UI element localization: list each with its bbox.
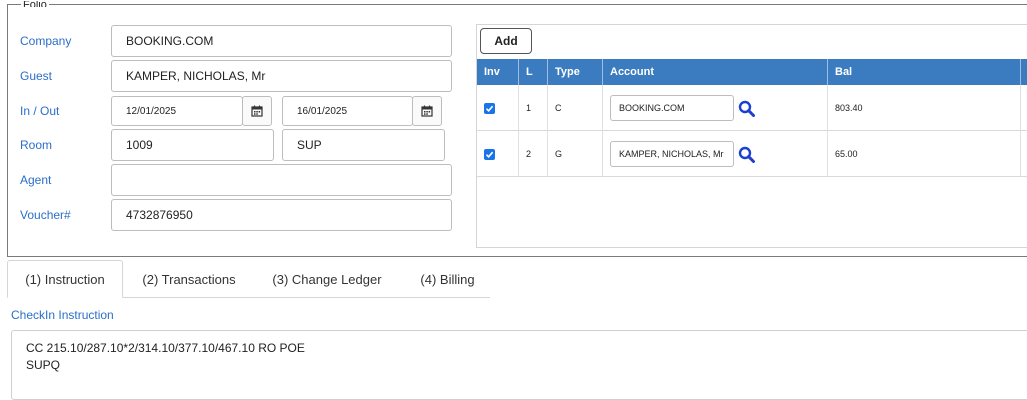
- agent-field[interactable]: [111, 164, 452, 196]
- calendar-icon: [421, 105, 433, 117]
- account-field[interactable]: BOOKING.COM: [610, 95, 734, 121]
- company-label: Company: [20, 34, 72, 48]
- line-cell: 1: [519, 85, 548, 131]
- voucher-field[interactable]: 4732876950: [111, 199, 452, 231]
- search-icon[interactable]: [738, 146, 755, 163]
- column-header-bal[interactable]: Bal: [828, 59, 1021, 85]
- tab-instruction[interactable]: (1) Instruction: [7, 260, 123, 298]
- checkin-instruction-textarea[interactable]: CC 215.10/287.10*2/314.10/377.10/467.10 …: [11, 330, 1027, 400]
- line-cell: 2: [519, 131, 548, 177]
- guest-label: Guest: [20, 69, 53, 83]
- account-cell: BOOKING.COM: [603, 85, 828, 131]
- checkin-instruction-title: CheckIn Instruction: [11, 308, 114, 322]
- instruction-line: CC 215.10/287.10*2/314.10/377.10/467.10 …: [26, 341, 305, 355]
- folio-legend: Folio: [21, 1, 49, 7]
- ledger-panel: Add Inv L Type Account Bal 1 C BOOKING.C…: [476, 24, 1027, 248]
- tab-billing[interactable]: (4) Billing: [410, 260, 485, 298]
- guest-field[interactable]: KAMPER, NICHOLAS, Mr: [111, 60, 452, 92]
- ledger-row[interactable]: 1 C BOOKING.COM 803.40: [477, 85, 1027, 131]
- room-number-field[interactable]: 1009: [111, 129, 274, 161]
- column-header-account[interactable]: Account: [603, 59, 828, 85]
- calendar-icon: [251, 105, 263, 117]
- balance-cell: 65.00: [828, 131, 1021, 177]
- ledger-row[interactable]: 2 G KAMPER, NICHOLAS, Mr 65.00: [477, 131, 1027, 177]
- check-in-calendar-button[interactable]: [242, 96, 272, 126]
- type-cell: C: [548, 85, 603, 131]
- add-ledger-button[interactable]: Add: [480, 28, 532, 54]
- check-out-date-field[interactable]: 16/01/2025: [282, 96, 413, 126]
- checkbox-checked-icon[interactable]: [484, 102, 495, 114]
- voucher-label: Voucher#: [20, 208, 71, 222]
- check-in-date-field[interactable]: 12/01/2025: [111, 96, 243, 126]
- type-cell: G: [548, 131, 603, 177]
- account-field[interactable]: KAMPER, NICHOLAS, Mr: [610, 141, 734, 167]
- inv-cell: [477, 85, 519, 131]
- search-icon[interactable]: [738, 100, 755, 117]
- tab-change-ledger[interactable]: (3) Change Ledger: [261, 260, 393, 298]
- checkbox-checked-icon[interactable]: [484, 148, 495, 160]
- column-header-l[interactable]: L: [519, 59, 548, 85]
- agent-label: Agent: [20, 173, 52, 187]
- tab-transactions[interactable]: (2) Transactions: [129, 260, 249, 298]
- inv-cell: [477, 131, 519, 177]
- room-type-field[interactable]: SUP: [282, 129, 445, 161]
- account-cell: KAMPER, NICHOLAS, Mr: [603, 131, 828, 177]
- ledger-grid-header: Inv L Type Account Bal: [477, 59, 1027, 85]
- room-label: Room: [20, 138, 53, 152]
- column-header-inv[interactable]: Inv: [477, 59, 519, 85]
- balance-cell: 803.40: [828, 85, 1021, 131]
- in-out-label: In / Out: [20, 104, 60, 118]
- check-out-calendar-button[interactable]: [412, 96, 442, 126]
- column-header-type[interactable]: Type: [548, 59, 603, 85]
- tab-bar: (1) Instruction (2) Transactions (3) Cha…: [7, 260, 490, 298]
- instruction-line: SUPQ: [26, 358, 61, 372]
- company-field[interactable]: BOOKING.COM: [111, 25, 452, 57]
